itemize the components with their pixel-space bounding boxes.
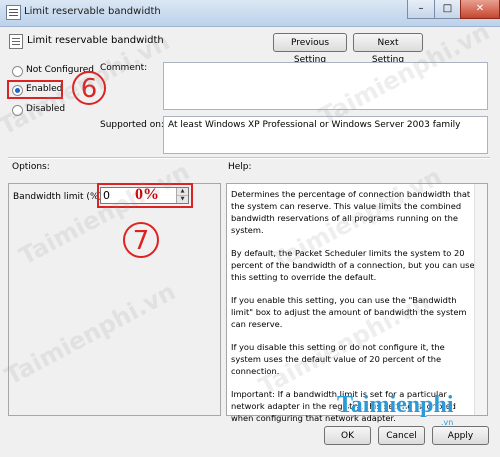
taimienphi-logo-suffix: .vn	[441, 418, 454, 427]
options-label: Options:	[12, 162, 50, 172]
help-label: Help:	[228, 162, 252, 172]
close-button[interactable]: ✕	[460, 0, 500, 19]
help-scrollbar[interactable]	[474, 184, 487, 415]
apply-button[interactable]: Apply	[432, 426, 489, 445]
next-setting-button[interactable]: Next Setting	[353, 33, 423, 65]
policy-icon	[9, 34, 23, 49]
policy-window-icon	[6, 5, 21, 20]
supported-on-label: Supported on:	[100, 120, 164, 130]
section-divider	[8, 157, 490, 159]
previous-setting-button[interactable]: Previous Setting	[273, 33, 347, 65]
maximize-button[interactable]: □	[434, 0, 461, 19]
radio-not-configured-circle[interactable]	[12, 66, 23, 77]
ok-button[interactable]: OK	[324, 426, 371, 445]
title-bar: Limit reservable bandwidth – □ ✕	[0, 0, 500, 27]
bandwidth-limit-label: Bandwidth limit (%):	[13, 192, 106, 202]
taimienphi-logo: Taimienphi	[337, 392, 454, 418]
supported-on-value: At least Windows XP Professional or Wind…	[168, 120, 461, 130]
cancel-button[interactable]: Cancel	[378, 426, 425, 445]
minimize-button[interactable]: –	[407, 0, 435, 19]
step-7-marker: 7	[123, 222, 159, 258]
window-title: Limit reservable bandwidth	[24, 6, 161, 17]
